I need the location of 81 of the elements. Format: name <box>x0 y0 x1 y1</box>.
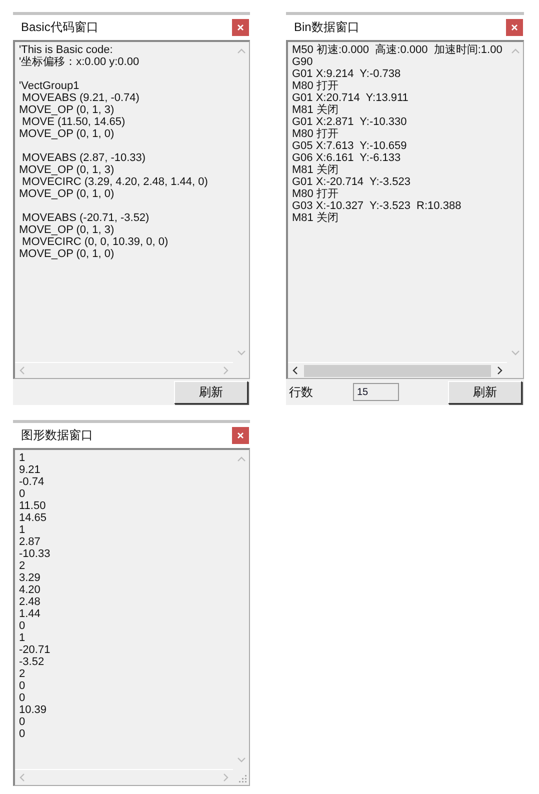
text-line: 2 <box>19 668 26 680</box>
text-line: 0 <box>19 488 26 500</box>
scroll-up-icon[interactable] <box>510 48 520 54</box>
text-line: M80 打开 <box>292 80 340 92</box>
text-line: MOVECIRC (0, 0, 10.39, 0, 0) <box>21 236 170 248</box>
text-line: MOVEABS (-20.71, -3.52) <box>21 212 150 224</box>
text-line: MOVE_OP (0, 1, 0) <box>19 248 116 260</box>
close-icon <box>237 432 244 439</box>
text-line: G03 X:-10.327 Y:-3.523 R:10.388 <box>292 200 462 212</box>
refresh-button[interactable]: 刷新 <box>174 380 248 404</box>
text-line: MOVE_OP (0, 1, 0) <box>19 128 116 140</box>
text-line: 9.21 <box>19 464 42 476</box>
text-line: -0.74 <box>19 476 46 488</box>
text-line: G01 X:20.714 Y:13.911 <box>292 92 410 104</box>
text-line: 1 <box>19 632 26 644</box>
text-line: G01 X:-20.714 Y:-3.523 <box>292 176 412 188</box>
close-icon <box>237 24 244 31</box>
text-line: 3.29 <box>19 572 42 584</box>
row-count-label: 行数 <box>289 384 313 400</box>
text-line: 0 <box>19 728 26 740</box>
close-button[interactable] <box>232 427 249 444</box>
window-title: Bin数据窗口 <box>294 19 360 36</box>
scroll-down-icon[interactable] <box>236 757 246 763</box>
text-line: 'VectGroup1 <box>19 80 80 92</box>
horizontal-scrollbar[interactable] <box>288 362 507 378</box>
close-button[interactable] <box>232 19 249 36</box>
text-line: MOVE (11.50, 14.65) <box>21 116 126 128</box>
text-line: 0 <box>19 680 26 692</box>
text-line: 1 <box>19 452 26 464</box>
text-area[interactable] <box>13 40 250 379</box>
scroll-down-icon[interactable] <box>236 350 246 356</box>
text-line: MOVE_OP (0, 1, 3) <box>19 104 116 116</box>
text-line: M80 打开 <box>292 188 340 200</box>
text-area[interactable] <box>286 40 524 379</box>
scroll-thumb[interactable] <box>304 364 491 376</box>
text-line: 10.39 <box>19 704 48 716</box>
text-line: 2.87 <box>19 536 42 548</box>
text-line: '坐标偏移：x:0.00 y:0.00 <box>19 56 140 68</box>
text-line: 0 <box>19 620 26 632</box>
text-line: MOVE_OP (0, 1, 3) <box>19 224 116 236</box>
text-line: -20.71 <box>19 644 52 656</box>
text-line: M80 打开 <box>292 128 340 140</box>
text-line: MOVEABS (2.87, -10.33) <box>21 152 147 164</box>
scroll-up-icon[interactable] <box>236 48 246 54</box>
row-count-field[interactable]: 15 <box>353 383 399 401</box>
text-line: M81 关闭 <box>292 212 340 224</box>
resize-grip-icon[interactable] <box>239 775 247 783</box>
window-title: Basic代码窗口 <box>21 19 98 36</box>
text-line: 2 <box>19 560 26 572</box>
scroll-up-icon[interactable] <box>236 456 246 462</box>
text-area[interactable]: 1 9.21 -0.74 0 11.50 14.65 1 2.87 -10.33 2 3.29 4.20 2.48 1.44 0 1 -20.71 -3.52 2 0 0 10.39 0 0 <box>13 448 250 786</box>
text-line: -3.52 <box>19 656 46 668</box>
text-line: 11.50 <box>19 500 47 512</box>
text-line: 1 <box>19 524 26 536</box>
text-line: M81 关闭 <box>292 104 340 116</box>
text-line: MOVE_OP (0, 1, 3) <box>19 164 116 176</box>
close-icon <box>511 24 518 31</box>
text-line: G01 X:2.871 Y:-10.330 <box>292 116 408 128</box>
text-line: 2.48 <box>19 596 42 608</box>
text-line: G90 <box>292 56 314 68</box>
text-line: 'This is Basic code: <box>19 44 114 56</box>
text-line: 1.44 <box>19 608 42 620</box>
text-line: MOVEABS (9.21, -0.74) <box>21 92 140 104</box>
text-line: -10.33 <box>19 548 52 560</box>
text-line: 14.65 <box>19 512 48 524</box>
text-line: MOVE_OP (0, 1, 0) <box>19 188 116 200</box>
text-line: 4.20 <box>19 584 42 596</box>
scroll-left-icon[interactable] <box>292 366 298 375</box>
text-line: G05 X:7.613 Y:-10.659 <box>292 140 408 152</box>
text-line: G01 X:9.214 Y:-0.738 <box>292 68 402 80</box>
text-line: M81 关闭 <box>292 164 340 176</box>
text-line: 0 <box>19 716 26 728</box>
scroll-down-icon[interactable] <box>510 350 520 356</box>
scroll-right-icon[interactable] <box>497 366 503 375</box>
refresh-button[interactable]: 刷新 <box>448 380 522 404</box>
text-line: MOVECIRC (3.29, 4.20, 2.48, 1.44, 0) <box>21 176 209 188</box>
text-line: 0 <box>19 692 26 704</box>
close-button[interactable] <box>506 19 523 36</box>
window-title: 图形数据窗口 <box>21 427 93 444</box>
text-line: G06 X:6.161 Y:-6.133 <box>292 152 402 164</box>
text-line: M50 初速:0.000 高速:0.000 加速时间:1.00 <box>292 44 503 56</box>
